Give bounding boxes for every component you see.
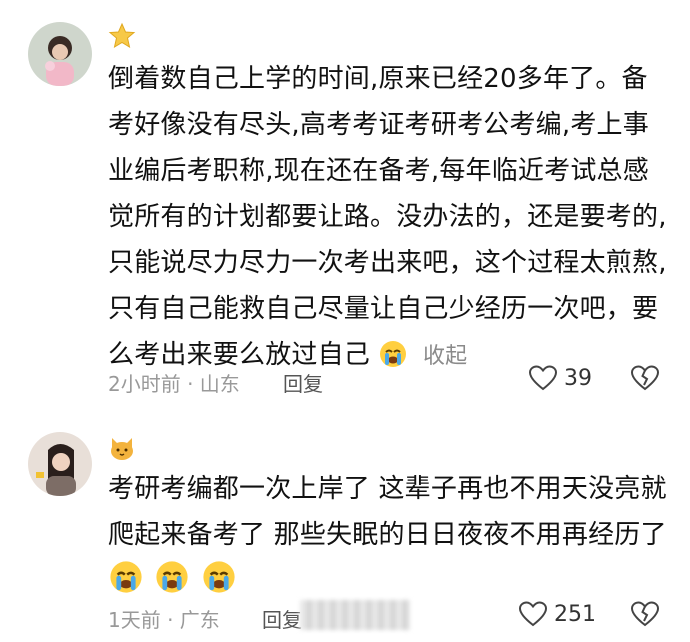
user-badge [108,22,136,56]
like-button[interactable]: 251 [518,600,596,628]
crying-emoji-icon [108,559,144,610]
user-badge [108,434,136,468]
comment-line: 只有自己能救自己尽量让自己少经历一次吧，要 [108,294,659,324]
dislike-button[interactable] [630,600,660,632]
comment-meta: 2小时前 · 山东 [108,372,240,396]
comment-line: 考好像没有尽头,高考考证考研考公考编,考上事 [108,110,649,140]
comment-line: 爬起来备考了 那些失眠的日日夜夜不用再经历了 [108,520,667,550]
comment-text: 考研考编都一次上岸了 这辈子再也不用天没亮就 爬起来备考了 那些失眠的日日夜夜不… [108,466,668,610]
crying-emoji-icon [154,559,190,610]
comment-line: 么考出来要么放过自己 [108,340,371,370]
crying-emoji-icon [201,559,237,610]
comment-line: 业编后考职称,现在还在备考,每年临近考试总感 [108,156,649,186]
avatar[interactable] [28,22,92,86]
like-count: 251 [554,601,596,627]
avatar[interactable] [28,432,92,496]
comment-text: 倒着数自己上学的时间,原来已经20多年了。备 考好像没有尽头,高考考证考研考公考… [108,56,668,384]
comment-line: 考研考编都一次上岸了 这辈子再也不用天没亮就 [108,474,667,504]
comment-meta: 1天前 · 广东 [108,608,220,632]
watermark-overlay [300,600,410,630]
like-count: 39 [564,365,592,391]
collapse-button[interactable]: 收起 [423,344,467,369]
heart-icon [528,365,558,391]
reply-button[interactable]: 回复 [262,604,302,633]
dislike-button[interactable] [630,364,660,396]
comment-line: 只能说尽力尽力一次考出来吧，这个过程太煎熬, [108,248,667,278]
comment-line: 倒着数自己上学的时间,原来已经20多年了。备 [108,64,648,94]
star-emoji-icon [108,22,136,49]
broken-heart-icon [630,365,660,391]
broken-heart-icon [630,601,660,627]
reply-button[interactable]: 回复 [283,368,323,397]
comment-line: 觉所有的计划都要让路。没办法的，还是要考的, [108,202,667,232]
like-button[interactable]: 39 [528,364,592,392]
heart-icon [518,601,548,627]
cat-emoji-icon [111,438,133,460]
crying-emoji-icon [378,338,408,384]
